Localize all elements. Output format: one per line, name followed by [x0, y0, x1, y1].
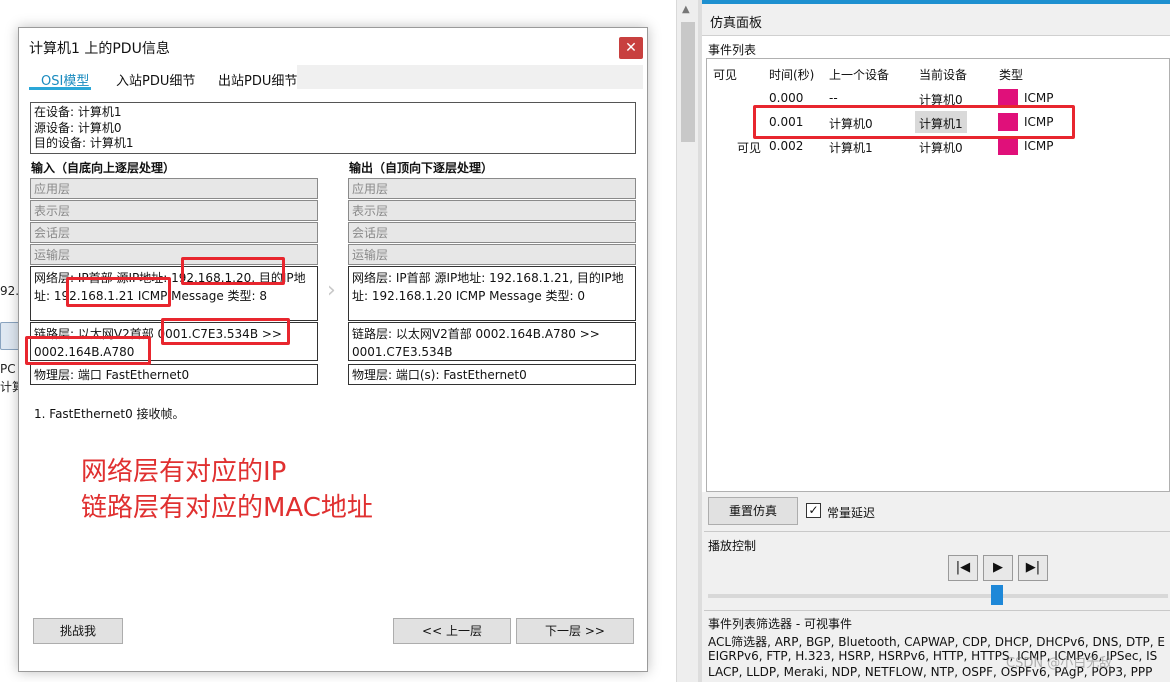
playback-speed-slider-thumb[interactable] — [991, 585, 1003, 605]
tab-outbound-pdu[interactable]: 出站PDU细节 — [218, 70, 297, 89]
filter-list-line-1[interactable]: ACL筛选器, ARP, BGP, Bluetooth, CAPWAP, CDP… — [708, 633, 1165, 650]
event-2-color-swatch — [998, 137, 1018, 155]
destination-device: 目的设备: 计算机1 — [34, 136, 134, 150]
highlight-dst-mac — [25, 336, 151, 365]
play-icon[interactable]: ▶ — [983, 555, 1013, 581]
input-presentation-layer[interactable]: 表示层 — [30, 200, 318, 221]
close-icon[interactable]: ✕ — [619, 37, 643, 59]
step-forward-icon[interactable]: ▶| — [1018, 555, 1048, 581]
event-list-label: 事件列表 — [708, 43, 757, 57]
next-layer-button[interactable]: 下一层 >> — [516, 618, 634, 644]
output-presentation-layer[interactable]: 表示层 — [348, 200, 636, 221]
constant-delay-label: 常量延迟 — [827, 506, 876, 520]
event-2-last[interactable]: 计算机1 — [829, 139, 873, 156]
at-device: 在设备: 计算机1 — [34, 105, 122, 119]
playback-speed-slider[interactable] — [708, 594, 1168, 598]
annotation-ip: 网络层有对应的IP — [81, 457, 287, 487]
scroll-up-icon[interactable]: ▲ — [682, 4, 690, 15]
output-physical-layer[interactable]: 物理层: 端口(s): FastEthernet0 — [348, 364, 636, 385]
input-session-layer[interactable]: 会话层 — [30, 222, 318, 243]
dialog-title: 计算机1 上的PDU信息 — [29, 41, 170, 57]
source-device: 源设备: 计算机0 — [34, 120, 122, 135]
event-2-visible[interactable]: 可见 — [737, 139, 761, 156]
event-0-time[interactable]: 0.000 — [769, 91, 803, 105]
sim-panel-titlebar: 仿真面板 — [702, 4, 1170, 36]
constant-delay-checkbox[interactable]: ✓ — [806, 503, 821, 518]
previous-layer-button[interactable]: << 上一层 — [393, 618, 511, 644]
scrollbar-thumb[interactable] — [681, 22, 695, 142]
tab-strip-fill — [297, 65, 643, 89]
output-link-layer[interactable]: 链路层: 以太网V2首部 0002.164B.A780 >> 0001.C7E3… — [348, 322, 636, 361]
event-2-type[interactable]: ICMP — [1024, 139, 1054, 153]
dialog-tabs: OSI模型 入站PDU细节 出站PDU细节 — [29, 65, 643, 91]
output-column-header: 输出（自顶向下逐层处理） — [349, 161, 494, 175]
highlight-event-row — [753, 105, 1075, 139]
event-2-current[interactable]: 计算机0 — [919, 139, 963, 156]
divider-line — [704, 531, 1170, 532]
event-0-last[interactable]: -- — [829, 91, 838, 105]
pc-device-icon[interactable] — [0, 322, 20, 350]
chevron-right-icon: › — [327, 278, 336, 303]
step-description: 1. FastEthernet0 接收帧。 — [34, 407, 185, 421]
device-info-box: 在设备: 计算机1 源设备: 计算机0 目的设备: 计算机1 — [30, 102, 636, 154]
highlight-dst-ip — [66, 277, 171, 307]
column-visible[interactable]: 可见 — [713, 66, 737, 83]
input-column-header: 输入（自底向上逐层处理） — [31, 161, 176, 175]
watermark-text: CSDN @小白无敌 — [1006, 656, 1113, 671]
divider-line — [704, 610, 1170, 611]
tab-inbound-pdu[interactable]: 入站PDU细节 — [116, 70, 195, 89]
input-physical-layer[interactable]: 物理层: 端口 FastEthernet0 — [30, 364, 318, 385]
input-application-layer[interactable]: 应用层 — [30, 178, 318, 199]
challenge-me-button[interactable]: 挑战我 — [33, 618, 123, 644]
output-network-layer[interactable]: 网络层: IP首部 源IP地址: 192.168.1.21, 目的IP地址: 1… — [348, 266, 636, 321]
column-time[interactable]: 时间(秒) — [769, 66, 814, 83]
output-application-layer[interactable]: 应用层 — [348, 178, 636, 199]
highlight-src-ip — [181, 257, 285, 285]
column-current-device[interactable]: 当前设备 — [919, 66, 967, 83]
event-filter-title: 事件列表筛选器 - 可视事件 — [708, 617, 852, 631]
output-session-layer[interactable]: 会话层 — [348, 222, 636, 243]
output-transport-layer[interactable]: 运输层 — [348, 244, 636, 265]
highlight-src-mac — [161, 318, 290, 345]
active-tab-indicator — [29, 87, 91, 90]
column-type[interactable]: 类型 — [999, 66, 1023, 83]
workspace-scrollbar[interactable]: ▲ — [676, 0, 698, 682]
event-2-time[interactable]: 0.002 — [769, 139, 803, 153]
step-back-icon[interactable]: |◀ — [948, 555, 978, 581]
event-0-type[interactable]: ICMP — [1024, 91, 1054, 105]
column-last-device[interactable]: 上一个设备 — [829, 66, 889, 83]
reset-simulation-button[interactable]: 重置仿真 — [708, 497, 798, 525]
annotation-mac: 链路层有对应的MAC地址 — [81, 493, 373, 523]
background-pc-label: PC — [0, 362, 16, 376]
playback-control-label: 播放控制 — [708, 539, 757, 553]
sim-panel-title: 仿真面板 — [710, 16, 763, 31]
